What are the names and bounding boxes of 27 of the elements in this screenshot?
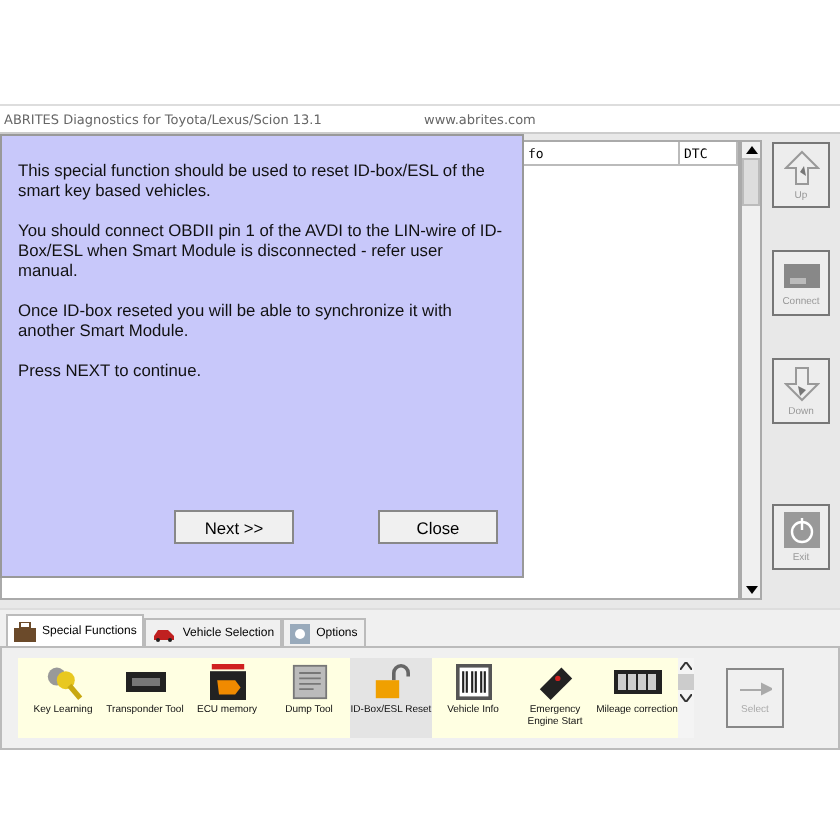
scroll-up-icon[interactable] [680, 662, 692, 670]
next-button[interactable]: Next >> [174, 510, 294, 544]
scroll-down-icon[interactable] [745, 582, 757, 598]
power-icon [783, 511, 819, 547]
up-arrow-icon [783, 149, 819, 185]
scroll-down-icon[interactable] [680, 694, 692, 702]
odometer-icon [613, 664, 661, 700]
car-icon [152, 625, 177, 641]
scrollbar[interactable] [740, 140, 762, 600]
down-arrow-icon [783, 365, 819, 401]
scrollbar[interactable] [678, 658, 694, 738]
settings-icon [290, 623, 311, 643]
scroll-up-icon[interactable] [745, 142, 757, 158]
scroll-thumb[interactable] [678, 674, 694, 690]
document-icon [289, 664, 329, 700]
engine-icon [205, 664, 249, 700]
dialog-text: Press NEXT to continue. [18, 360, 204, 380]
dialog-text: Once ID-box reseted you will be able to synchronize it with another Smart Module. [18, 300, 454, 340]
scroll-thumb[interactable] [742, 158, 760, 206]
toolbox-icon [14, 621, 36, 641]
right-arrow-icon [739, 680, 771, 696]
dialog-text: This special function should be used to reset ID-box/ESL of the smart key based vehicles. [18, 160, 487, 200]
close-button[interactable]: Close [378, 510, 498, 544]
device-icon [781, 259, 821, 291]
barcode-icon [453, 664, 493, 700]
dialog-text: You should connect OBDII pin 1 of the AVDI to the LIN-wire of ID-Box/ESL when Smart Module is disconnected - refer user manual. [18, 220, 505, 280]
open-lock-icon [371, 664, 411, 700]
